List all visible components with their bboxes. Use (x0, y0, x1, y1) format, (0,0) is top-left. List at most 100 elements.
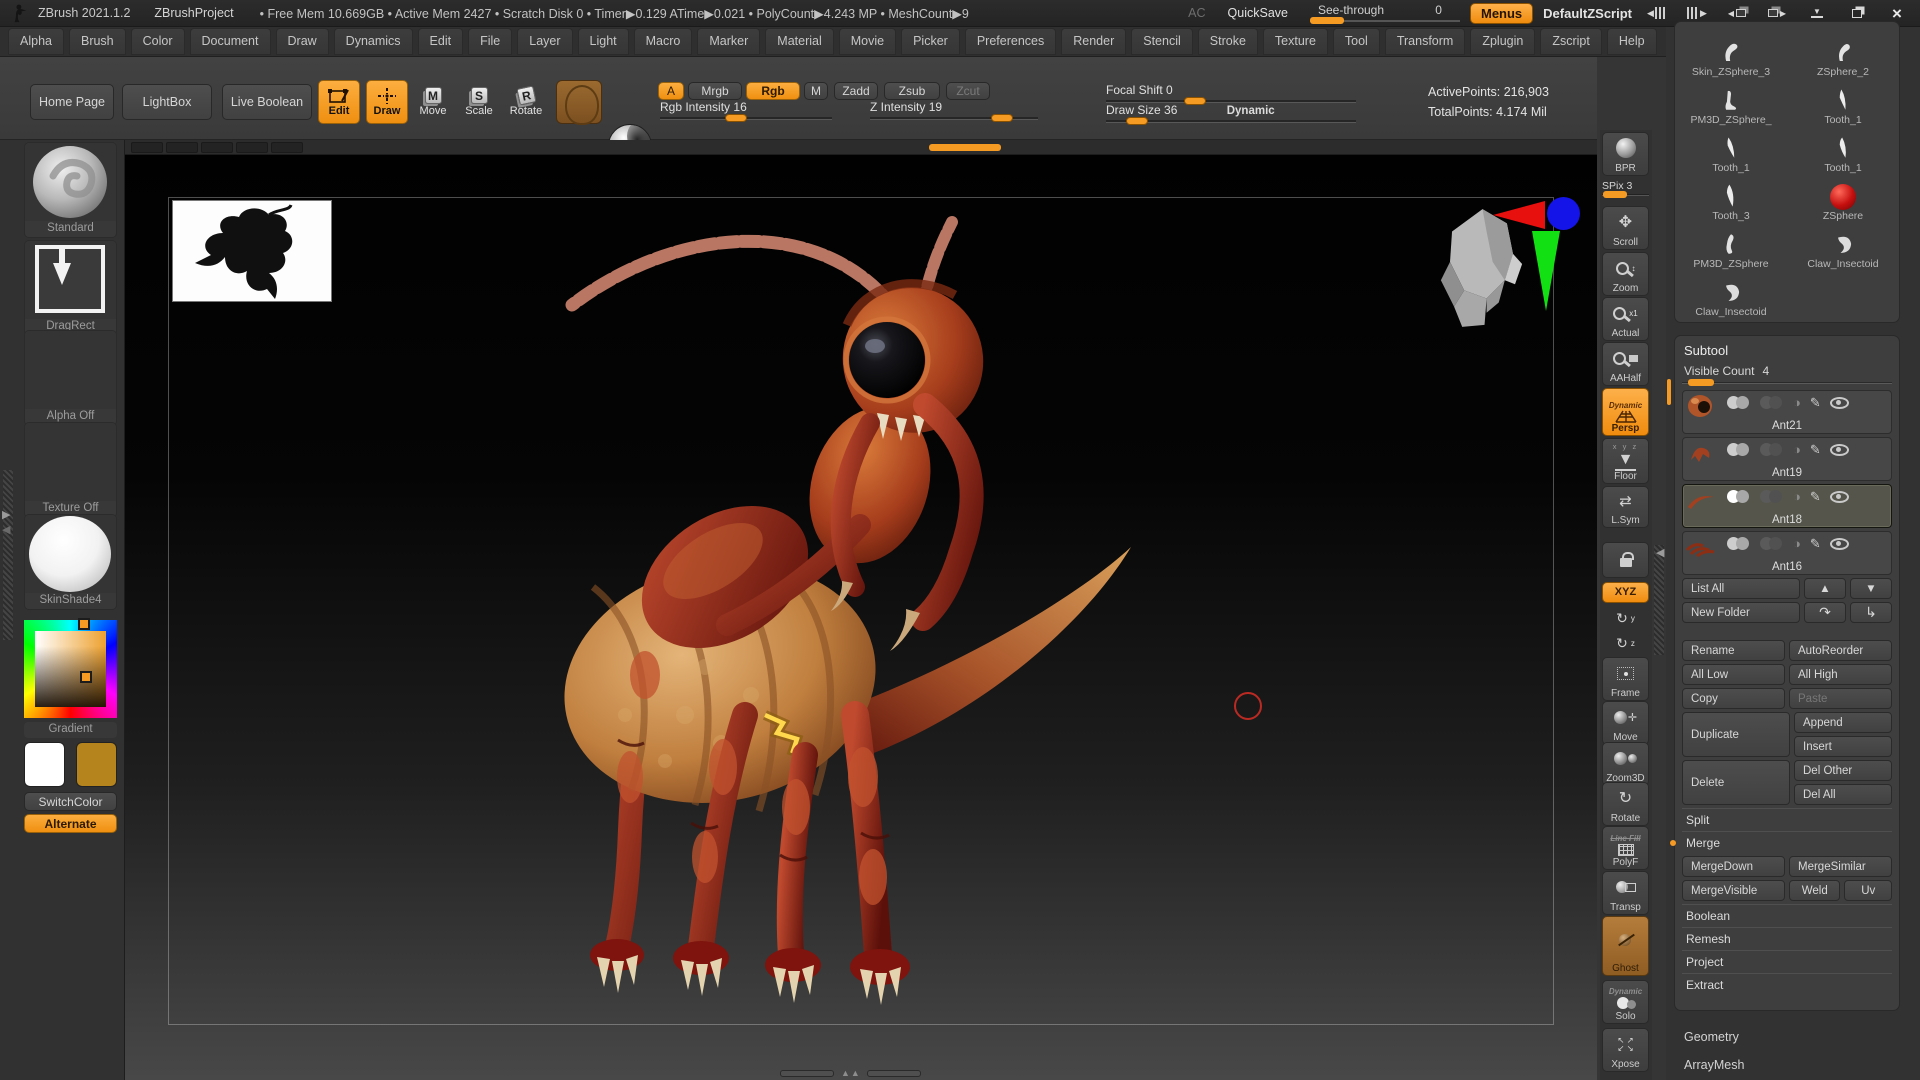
zcut-toggle[interactable]: Zcut (946, 82, 990, 100)
aahalf-button[interactable]: AAHalf (1602, 342, 1649, 386)
uv-icon[interactable] (1760, 443, 1784, 456)
persp-button[interactable]: Dynamic Persp (1602, 388, 1649, 436)
mrgb-toggle[interactable]: Mrgb (688, 82, 742, 100)
shade-tab[interactable] (271, 142, 303, 153)
insert-button[interactable]: Insert (1794, 736, 1892, 757)
anchor-toggle[interactable]: A (658, 82, 684, 100)
autoreorder-button[interactable]: AutoReorder (1789, 640, 1892, 661)
displacement-icon[interactable]: ◑ (1793, 537, 1801, 550)
menu-tool[interactable]: Tool (1333, 28, 1380, 55)
zadd-toggle[interactable]: Zadd (834, 82, 878, 100)
merge-visible-button[interactable]: MergeVisible (1682, 880, 1785, 901)
tool-item[interactable]: ZSphere_2 (1787, 30, 1899, 78)
uv-icon[interactable] (1760, 537, 1784, 550)
subtool-row-ant16[interactable]: ◑ ✎ Ant16 (1682, 531, 1892, 575)
menu-color[interactable]: Color (131, 28, 185, 55)
axis-x-icon[interactable] (1493, 201, 1545, 229)
menu-alpha[interactable]: Alpha (8, 28, 64, 55)
menu-stencil[interactable]: Stencil (1131, 28, 1193, 55)
saturation-selector[interactable] (80, 671, 92, 683)
polypaint-icon[interactable] (1727, 443, 1751, 456)
draw-size-slider[interactable]: Draw Size 36 Dynamic (1106, 103, 1356, 123)
paste-button[interactable]: Paste (1789, 688, 1892, 709)
canvas-scroll-arrows-icon[interactable]: ▲▲ (841, 1068, 861, 1078)
tray-open-arrow-icon[interactable]: ▶ (2, 510, 10, 521)
z-intensity-handle[interactable] (991, 114, 1013, 122)
scale-button[interactable]: S Scale (458, 80, 500, 124)
actual-button[interactable]: x1 Actual (1602, 297, 1649, 341)
spix-handle[interactable] (1603, 191, 1627, 198)
home-page-button[interactable]: Home Page (30, 84, 114, 120)
document-canvas[interactable]: ▲▲ (125, 155, 1597, 1080)
new-folder-button[interactable]: New Folder (1682, 602, 1800, 623)
displacement-icon[interactable]: ◑ (1793, 490, 1801, 503)
minimize-icon[interactable]: ▼ (1802, 3, 1832, 23)
paint-icon[interactable]: ✎ (1810, 537, 1821, 550)
polypaint-icon[interactable] (1727, 490, 1751, 503)
tool-item[interactable]: Claw_Insectoid (1675, 270, 1787, 318)
uv-icon[interactable] (1760, 490, 1784, 503)
menu-render[interactable]: Render (1061, 28, 1126, 55)
tool-item[interactable]: PM3D_ZSphere_ (1675, 78, 1787, 126)
list-all-button[interactable]: List All (1682, 578, 1800, 599)
lock-camera-button[interactable] (1602, 542, 1649, 578)
current-brush-button[interactable] (556, 80, 602, 124)
menus-button[interactable]: Menus (1470, 3, 1533, 24)
spix-slider[interactable]: SPix 3 (1602, 180, 1649, 202)
del-other-button[interactable]: Del Other (1794, 760, 1892, 781)
zsub-toggle[interactable]: Zsub (884, 82, 940, 100)
scroll-button[interactable]: ✥ Scroll (1602, 206, 1649, 250)
alternate-button[interactable]: Alternate (24, 814, 117, 833)
tablet-left-icon[interactable]: ◀ (1642, 3, 1672, 23)
all-low-button[interactable]: All Low (1682, 664, 1785, 685)
zoom3d-button[interactable]: Zoom3D (1602, 742, 1649, 786)
xpose-button[interactable]: ↖ ↗↙ ↘ Xpose (1602, 1028, 1649, 1072)
xyz-constraint-button[interactable]: XYZ (1602, 582, 1649, 603)
current-material-item[interactable]: SkinShade4 (24, 514, 117, 610)
append-button[interactable]: Append (1794, 712, 1892, 733)
color-picker[interactable] (24, 620, 117, 718)
floor-button[interactable]: x y z ▼ Floor (1602, 438, 1649, 484)
weld-button[interactable]: Weld (1789, 880, 1840, 901)
menu-movie[interactable]: Movie (839, 28, 896, 55)
tray-close-arrow-icon[interactable]: ◀ (2, 525, 10, 536)
copy-button[interactable]: Copy (1682, 688, 1785, 709)
paint-icon[interactable]: ✎ (1810, 443, 1821, 456)
visibility-eye-icon[interactable] (1830, 538, 1849, 550)
spin-z-button[interactable]: ↻z (1602, 632, 1649, 655)
menu-light[interactable]: Light (578, 28, 629, 55)
current-brush-item[interactable]: Standard (24, 142, 117, 238)
shade-tab[interactable] (236, 142, 268, 153)
menu-help[interactable]: Help (1607, 28, 1657, 55)
menu-preferences[interactable]: Preferences (965, 28, 1056, 55)
extract-section[interactable]: Extract (1682, 973, 1892, 996)
menu-document[interactable]: Document (190, 28, 271, 55)
rotate-camera-button[interactable]: ↻ Rotate (1602, 782, 1649, 826)
paint-icon[interactable]: ✎ (1810, 490, 1821, 503)
displacement-icon[interactable]: ◑ (1793, 396, 1801, 409)
focal-shift-slider[interactable]: Focal Shift 0 (1106, 83, 1356, 103)
subtool-row-ant18-selected[interactable]: ◑ ✎ Ant18 (1682, 484, 1892, 528)
z-intensity-slider[interactable]: Z Intensity 19 (870, 100, 1038, 120)
visible-count-slider[interactable]: Visible Count 4 (1684, 364, 1892, 378)
solo-button[interactable]: Dynamic Solo (1602, 980, 1649, 1024)
menu-dynamics[interactable]: Dynamics (334, 28, 413, 55)
visible-count-handle[interactable] (1688, 379, 1714, 386)
move-into-folder-button[interactable]: ↳ (1850, 602, 1892, 623)
boolean-section[interactable]: Boolean (1682, 904, 1892, 927)
tool-item[interactable]: Skin_ZSphere_3 (1675, 30, 1787, 78)
move-down-button[interactable]: ▼ (1850, 578, 1892, 599)
move-out-folder-button[interactable]: ↷ (1804, 602, 1846, 623)
all-high-button[interactable]: All High (1789, 664, 1892, 685)
canvas-hscroll-left[interactable] (780, 1070, 834, 1077)
visibility-eye-icon[interactable] (1830, 491, 1849, 503)
menu-layer[interactable]: Layer (517, 28, 572, 55)
spin-y-button[interactable]: ↻y (1602, 607, 1649, 630)
current-stroke-item[interactable]: DragRect (24, 240, 117, 336)
switch-color-button[interactable]: SwitchColor (24, 792, 117, 811)
tool-item[interactable]: Claw_Insectoid (1787, 222, 1899, 270)
main-color-swatch[interactable] (24, 742, 65, 787)
secondary-color-swatch[interactable] (76, 742, 117, 787)
merge-section[interactable]: Merge (1682, 831, 1892, 854)
shade-tab[interactable] (201, 142, 233, 153)
